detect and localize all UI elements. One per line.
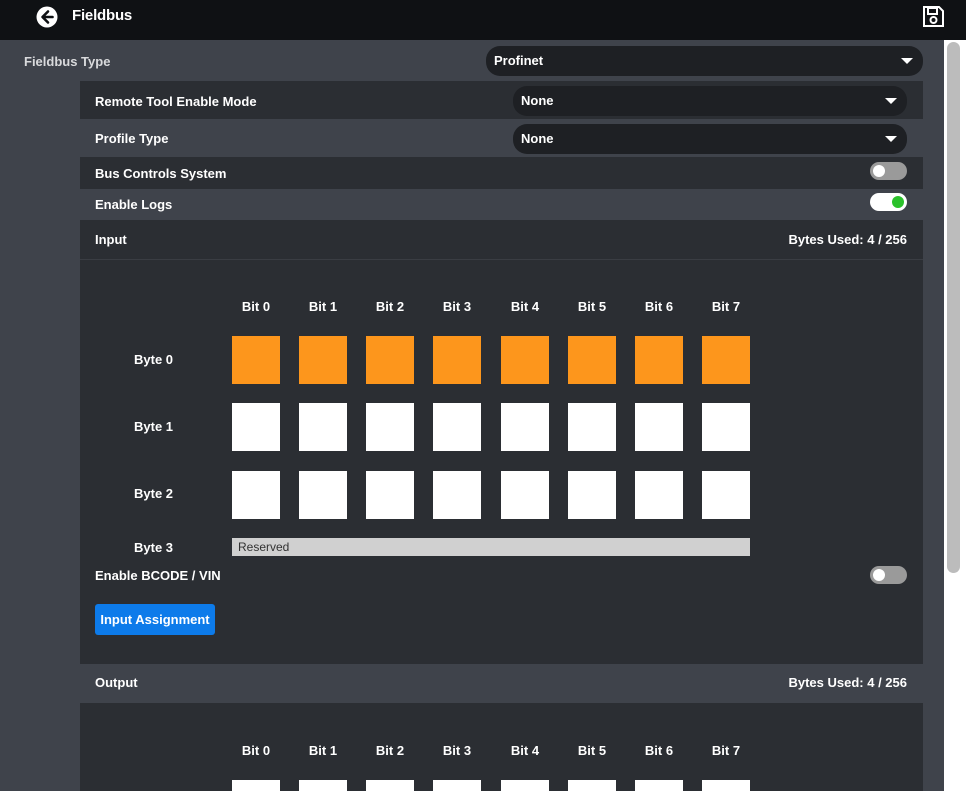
input-bit-cell[interactable] (635, 471, 683, 519)
bus-controls-label: Bus Controls System (95, 166, 227, 181)
bit-label: Bit 1 (308, 743, 338, 758)
input-bit-cell[interactable] (299, 471, 347, 519)
input-bytes-used: Bytes Used: 4 / 256 (788, 232, 907, 247)
input-bit-cell[interactable] (568, 336, 616, 384)
app-header: Fieldbus (0, 0, 966, 40)
output-bit-cell[interactable] (702, 780, 750, 791)
fieldbus-type-label: Fieldbus Type (24, 54, 111, 69)
input-bit-cell[interactable] (232, 403, 280, 451)
profile-type-value: None (521, 131, 554, 146)
input-bit-cell[interactable] (433, 403, 481, 451)
input-bit-cell[interactable] (433, 336, 481, 384)
output-bit-cell[interactable] (635, 780, 683, 791)
bit-label: Bit 3 (442, 743, 472, 758)
input-bit-cell[interactable] (232, 471, 280, 519)
chevron-down-icon (885, 136, 897, 142)
output-bit-cell[interactable] (568, 780, 616, 791)
remote-tool-label: Remote Tool Enable Mode (95, 94, 257, 109)
output-bit-cell[interactable] (232, 780, 280, 791)
fieldbus-type-select[interactable]: Profinet (486, 46, 923, 76)
bit-label: Bit 5 (577, 743, 607, 758)
byte-label: Byte 2 (134, 486, 174, 501)
input-bit-cell[interactable] (501, 336, 549, 384)
input-bit-cell[interactable] (433, 471, 481, 519)
scrollbar-thumb[interactable] (947, 42, 960, 573)
bit-label: Bit 0 (241, 743, 271, 758)
chevron-down-icon (885, 98, 897, 104)
output-bit-cell[interactable] (433, 780, 481, 791)
fieldbus-type-value: Profinet (494, 53, 544, 68)
reserved-bar: Reserved (232, 538, 750, 556)
page-title: Fieldbus (72, 7, 133, 24)
input-bit-cell[interactable] (702, 403, 750, 451)
save-icon[interactable] (922, 5, 945, 28)
bit-label: Bit 4 (510, 743, 540, 758)
bit-label: Bit 2 (375, 299, 405, 314)
bus-controls-toggle[interactable] (870, 162, 907, 180)
input-bit-cell[interactable] (501, 471, 549, 519)
bit-label: Bit 4 (510, 299, 540, 314)
input-bit-cell[interactable] (501, 403, 549, 451)
remote-tool-value: None (521, 93, 554, 108)
bit-label: Bit 2 (375, 743, 405, 758)
chevron-down-icon (901, 58, 913, 64)
bit-label: Bit 3 (442, 299, 472, 314)
remote-tool-select[interactable]: None (513, 86, 907, 116)
output-title: Output (95, 675, 138, 690)
output-bit-cell[interactable] (501, 780, 549, 791)
output-bit-cell[interactable] (299, 780, 347, 791)
bit-label: Bit 1 (308, 299, 338, 314)
input-bit-cell[interactable] (568, 403, 616, 451)
enable-bcode-label: Enable BCODE / VIN (95, 568, 221, 583)
output-bytes-used: Bytes Used: 4 / 256 (788, 675, 907, 690)
input-assignment-button[interactable]: Input Assignment (95, 604, 215, 635)
input-bit-cell[interactable] (366, 336, 414, 384)
enable-logs-row: Enable Logs (80, 189, 923, 220)
profile-type-select[interactable]: None (513, 124, 907, 154)
bit-label: Bit 6 (644, 743, 674, 758)
input-title: Input (95, 232, 127, 247)
input-bit-cell[interactable] (232, 336, 280, 384)
bit-label: Bit 0 (241, 299, 271, 314)
bit-label: Bit 5 (577, 299, 607, 314)
bus-controls-row: Bus Controls System (80, 157, 923, 189)
bit-label: Bit 6 (644, 299, 674, 314)
byte-label: Byte 0 (134, 352, 174, 367)
output-section-header: Output Bytes Used: 4 / 256 (80, 664, 923, 703)
input-bit-cell[interactable] (702, 471, 750, 519)
back-arrow-icon[interactable] (36, 6, 58, 28)
input-bit-cell[interactable] (635, 403, 683, 451)
input-bit-cell[interactable] (366, 471, 414, 519)
bit-label: Bit 7 (711, 299, 741, 314)
input-bit-cell[interactable] (635, 336, 683, 384)
input-bit-cell[interactable] (568, 471, 616, 519)
byte-label: Byte 1 (134, 419, 174, 434)
input-bit-cell[interactable] (366, 403, 414, 451)
enable-logs-label: Enable Logs (95, 197, 173, 212)
profile-type-label: Profile Type (95, 131, 169, 146)
input-bit-cell[interactable] (299, 403, 347, 451)
bit-label: Bit 7 (711, 743, 741, 758)
enable-bcode-toggle[interactable] (870, 566, 907, 584)
output-bit-cell[interactable] (366, 780, 414, 791)
byte-label: Byte 3 (134, 540, 174, 555)
input-bit-cell[interactable] (299, 336, 347, 384)
input-section-header: Input Bytes Used: 4 / 256 (80, 220, 923, 260)
input-bit-cell[interactable] (702, 336, 750, 384)
enable-logs-toggle[interactable] (870, 193, 907, 211)
